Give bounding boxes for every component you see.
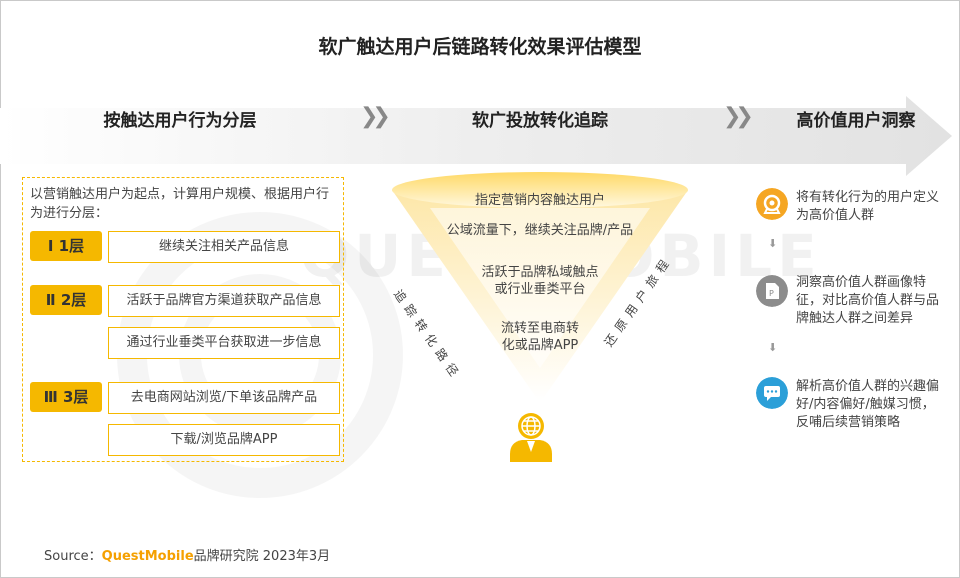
funnel-stage: 指定营销内容触达用户 bbox=[474, 193, 605, 208]
level-1-badge: Ⅰ 1层 bbox=[30, 231, 102, 261]
level-item: 继续关注相关产品信息 bbox=[108, 231, 340, 263]
layer-intro: 以营销触达用户为起点，计算用户规模、根据用户行为进行分层： bbox=[30, 187, 330, 221]
chevron-right-icon: ❯❯ bbox=[723, 104, 754, 129]
level-item: 活跃于品牌官方渠道获取产品信息 bbox=[108, 285, 340, 317]
insight-step: 洞察高价值人群画像特征，对比高价值人群与品牌触达人群之间差异 bbox=[796, 275, 940, 326]
header-left: 按触达用户行为分层 bbox=[103, 111, 257, 131]
funnel-stage: 流转至电商转化或品牌APP bbox=[500, 321, 579, 353]
source-suffix: 品牌研究院 2023年3月 bbox=[193, 549, 331, 564]
user-globe-icon bbox=[510, 413, 552, 462]
level-item: 下载/浏览品牌APP bbox=[108, 424, 340, 456]
target-icon bbox=[756, 188, 788, 220]
level-item: 通过行业垂类平台获取进一步信息 bbox=[108, 327, 340, 359]
level-item: 去电商网站浏览/下单该品牌产品 bbox=[108, 382, 340, 414]
chevron-right-icon: ❯❯ bbox=[360, 104, 391, 129]
funnel-stage: 活跃于品牌私域触点或行业垂类平台 bbox=[481, 265, 599, 297]
source-brand: QuestMobile bbox=[101, 549, 194, 564]
document-icon: P bbox=[756, 275, 788, 307]
svg-text:P: P bbox=[769, 289, 774, 298]
funnel-stage: 公域流量下，继续关注品牌/产品 bbox=[446, 223, 634, 238]
header-right: 高价值用户洞察 bbox=[796, 111, 916, 131]
source-prefix: Source： bbox=[44, 549, 102, 564]
arrow-down-icon: ⬇ bbox=[768, 341, 778, 354]
page-title: 软广触达用户后链路转化效果评估模型 bbox=[318, 36, 642, 58]
source-note: Source：QuestMobile品牌研究院 2023年3月 bbox=[44, 545, 330, 564]
insight-step: 将有转化行为的用户定义为高价值人群 bbox=[796, 190, 940, 223]
level-2-badge: Ⅱ 2层 bbox=[30, 285, 102, 315]
arrow-down-icon: ⬇ bbox=[768, 237, 778, 250]
header-middle: 软广投放转化追踪 bbox=[472, 111, 608, 131]
chat-icon bbox=[756, 377, 788, 409]
insight-step: 解析高价值人群的兴趣偏好/内容偏好/触媒习惯，反哺后续营销策略 bbox=[796, 379, 940, 430]
level-3-badge: Ⅲ 3层 bbox=[30, 382, 102, 412]
